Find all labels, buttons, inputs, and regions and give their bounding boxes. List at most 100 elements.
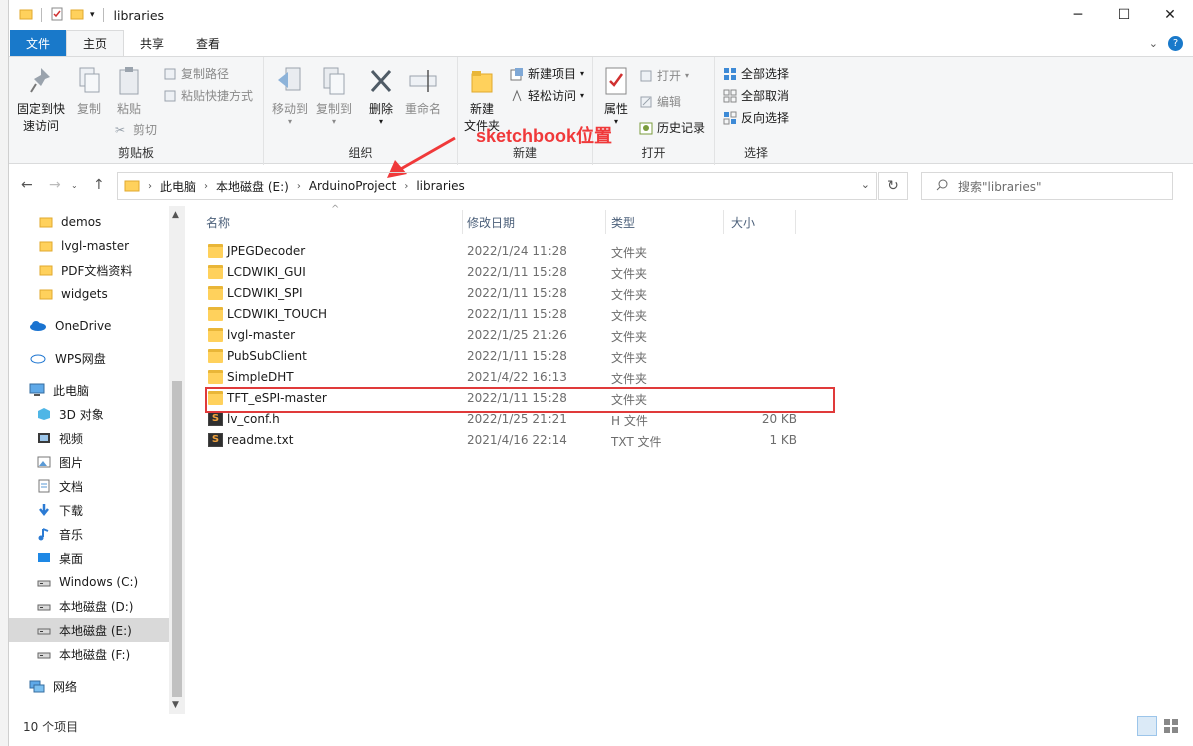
crumb-arduinoproject[interactable]: ArduinoProject xyxy=(309,179,397,193)
nav-item[interactable]: 3D 对象 xyxy=(9,402,169,426)
new-item-button[interactable]: 新建项目 ▾ xyxy=(510,65,584,82)
help-icon[interactable]: ? xyxy=(1168,36,1183,51)
pin-quick-access-button[interactable]: 固定到快 速访问 xyxy=(15,63,67,135)
file-row[interactable]: SimpleDHT 2021/4/22 16:13 文件夹 xyxy=(197,367,797,388)
crumb-drive-e[interactable]: 本地磁盘 (E:) xyxy=(216,178,289,195)
copy-button[interactable]: 复制 xyxy=(71,63,107,118)
divider[interactable] xyxy=(605,210,606,234)
nav-item[interactable]: PDF文档资料 xyxy=(9,258,169,282)
address-bar[interactable]: › 此电脑 › 本地磁盘 (E:) › ArduinoProject › lib… xyxy=(117,172,877,200)
nav-item[interactable]: 此电脑 xyxy=(9,378,169,402)
divider[interactable] xyxy=(462,210,463,234)
recent-dropdown-icon[interactable]: ⌄ xyxy=(71,181,78,190)
nav-item[interactable]: 本地磁盘 (D:) xyxy=(9,594,169,618)
divider[interactable] xyxy=(723,210,724,234)
nav-item[interactable]: WPS网盘 xyxy=(9,346,169,370)
chevron-down-icon[interactable]: ⌄ xyxy=(1149,37,1158,50)
nav-scrollbar[interactable]: ▲ ▼ xyxy=(169,206,185,714)
nav-item[interactable]: OneDrive xyxy=(9,314,169,338)
nav-item[interactable]: 文档 xyxy=(9,474,169,498)
column-modified[interactable]: 修改日期 xyxy=(467,214,515,231)
scroll-up-icon[interactable]: ▲ xyxy=(172,210,179,220)
cut-button[interactable]: ✂ 剪切 xyxy=(115,121,157,138)
copy-to-icon xyxy=(317,63,351,99)
column-size[interactable]: 大小 xyxy=(731,214,755,231)
invert-selection-button[interactable]: 反向选择 xyxy=(723,109,789,126)
refresh-button[interactable]: ↻ xyxy=(878,172,908,200)
chevron-right-icon[interactable]: › xyxy=(404,181,408,192)
chevron-down-icon[interactable]: ⌄ xyxy=(861,178,870,191)
nav-item[interactable]: demos xyxy=(9,210,169,234)
file-row[interactable]: lvgl-master 2022/1/25 21:26 文件夹 xyxy=(197,325,797,346)
file-type: 文件夹 xyxy=(611,288,648,302)
move-to-button[interactable]: 移动到 ▾ xyxy=(270,63,310,126)
open-button[interactable]: 打开 ▾ xyxy=(639,67,689,84)
nav-item[interactable]: widgets xyxy=(9,282,169,306)
folder-icon xyxy=(39,239,53,253)
file-row[interactable]: LCDWIKI_GUI 2022/1/11 15:28 文件夹 xyxy=(197,262,797,283)
tab-home[interactable]: 主页 xyxy=(66,30,125,56)
tab-view[interactable]: 查看 xyxy=(180,30,236,56)
easy-access-icon xyxy=(510,89,524,103)
divider[interactable] xyxy=(795,210,796,234)
edit-button[interactable]: 编辑 xyxy=(639,93,681,110)
rename-button[interactable]: 重命名 xyxy=(402,63,444,118)
maximize-button[interactable]: ☐ xyxy=(1101,0,1147,30)
scrollbar-thumb[interactable] xyxy=(172,381,182,697)
paste-button[interactable]: 粘贴 xyxy=(111,63,147,118)
easy-access-button[interactable]: 轻松访问 ▾ xyxy=(510,87,584,104)
delete-button[interactable]: 删除 ▾ xyxy=(364,63,398,126)
tab-share[interactable]: 共享 xyxy=(124,30,180,56)
nav-item[interactable]: 视频 xyxy=(9,426,169,450)
up-arrow-icon[interactable]: ↑ xyxy=(93,177,105,193)
select-all-button[interactable]: 全部选择 xyxy=(723,65,789,82)
chevron-right-icon[interactable]: › xyxy=(204,181,208,192)
nav-item[interactable]: 音乐 xyxy=(9,522,169,546)
crumb-this-pc[interactable]: 此电脑 xyxy=(160,178,196,195)
select-none-button[interactable]: 全部取消 xyxy=(723,87,789,104)
search-input[interactable]: 搜索"libraries" xyxy=(921,172,1173,200)
file-row[interactable]: LCDWIKI_SPI 2022/1/11 15:28 文件夹 xyxy=(197,283,797,304)
large-icons-view-icon[interactable] xyxy=(1161,716,1181,736)
nav-item[interactable]: lvgl-master xyxy=(9,234,169,258)
file-row[interactable]: readme.txt 2021/4/16 22:14 TXT 文件 1 KB xyxy=(197,430,797,451)
minimize-button[interactable]: ─ xyxy=(1055,0,1101,30)
scroll-down-icon[interactable]: ▼ xyxy=(172,700,179,710)
divider xyxy=(102,8,104,22)
nav-item[interactable]: 桌面 xyxy=(9,546,169,570)
tab-file[interactable]: 文件 xyxy=(10,30,67,56)
copy-to-button[interactable]: 复制到 ▾ xyxy=(314,63,354,126)
sublime-file-icon xyxy=(208,412,223,426)
paste-shortcut-button[interactable]: 粘贴快捷方式 xyxy=(163,87,253,104)
forward-arrow-icon[interactable]: → xyxy=(49,177,61,193)
copy-path-button[interactable]: 复制路径 xyxy=(163,65,229,82)
drive-icon xyxy=(37,599,51,613)
column-type[interactable]: 类型 xyxy=(611,214,635,231)
nav-item[interactable]: 图片 xyxy=(9,450,169,474)
nav-item[interactable]: 网络 xyxy=(9,674,169,698)
nav-item[interactable]: 本地磁盘 (E:) xyxy=(9,618,169,642)
column-name[interactable]: 名称 xyxy=(206,214,230,231)
copy-path-icon xyxy=(163,67,177,81)
nav-item[interactable]: Windows (C:) xyxy=(9,570,169,594)
properties-icon[interactable] xyxy=(50,7,64,24)
history-icon xyxy=(639,121,653,135)
file-name: LCDWIKI_GUI xyxy=(227,265,306,279)
chevron-right-icon[interactable]: › xyxy=(297,181,301,192)
close-button[interactable]: ✕ xyxy=(1147,0,1193,30)
back-arrow-icon[interactable]: ← xyxy=(21,177,33,193)
cloud-outline-icon xyxy=(29,352,47,364)
crumb-libraries[interactable]: libraries xyxy=(416,179,464,193)
nav-item[interactable]: 本地磁盘 (F:) xyxy=(9,642,169,666)
nav-item[interactable]: 下载 xyxy=(9,498,169,522)
history-button[interactable]: 历史记录 xyxy=(639,119,705,136)
file-row[interactable]: LCDWIKI_TOUCH 2022/1/11 15:28 文件夹 xyxy=(197,304,797,325)
new-folder-icon[interactable] xyxy=(70,7,84,24)
details-view-icon[interactable] xyxy=(1137,716,1157,736)
file-name: PubSubClient xyxy=(227,349,307,363)
folder-icon xyxy=(39,263,53,277)
chevron-down-icon[interactable]: ▾ xyxy=(90,10,95,20)
properties-button[interactable]: 属性 ▾ xyxy=(599,63,633,126)
file-row[interactable]: JPEGDecoder 2022/1/24 11:28 文件夹 xyxy=(197,241,797,262)
file-row[interactable]: PubSubClient 2022/1/11 15:28 文件夹 xyxy=(197,346,797,367)
